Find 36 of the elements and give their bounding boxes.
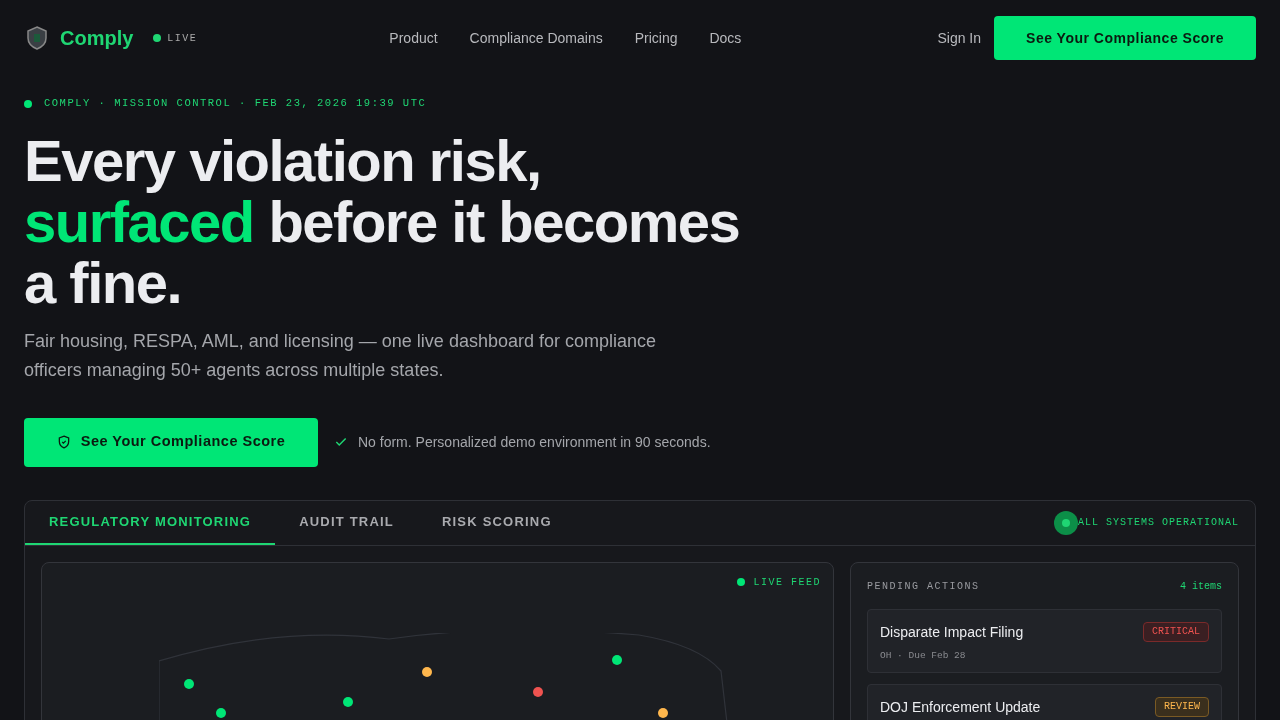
- map-marker[interactable]: [216, 707, 226, 718]
- map-marker[interactable]: [658, 707, 668, 718]
- action-card[interactable]: DOJ Enforcement Update REVIEW: [867, 683, 1222, 720]
- brand-name[interactable]: Comply: [60, 23, 134, 53]
- action-meta: OH · Due Feb 28: [880, 648, 967, 663]
- map-marker[interactable]: [422, 666, 432, 677]
- status-tag: REVIEW: [1155, 696, 1209, 717]
- dashboard-tab[interactable]: AUDIT TRAIL: [275, 500, 418, 545]
- hero-note: No form. Personalized demo environment in 90 seconds.: [358, 432, 711, 452]
- live-feed-label: LIVE FEED: [753, 575, 821, 590]
- logo-icon: [24, 25, 50, 51]
- eyebrow-text: COMPLY · MISSION CONTROL · FEB 23, 2026 19:39 UTC: [44, 96, 427, 111]
- dashboard-tab[interactable]: RISK SCORING: [417, 500, 576, 545]
- pending-title: PENDING ACTIONS: [867, 579, 980, 594]
- action-title: Disparate Impact Filing: [880, 622, 1024, 642]
- sign-in-link[interactable]: Sign In: [937, 27, 982, 49]
- map-marker[interactable]: [184, 678, 194, 689]
- map-marker[interactable]: [343, 696, 353, 707]
- cta-button[interactable]: See Your Compliance Score: [994, 16, 1256, 60]
- action-title: DOJ Enforcement Update: [880, 697, 1041, 717]
- live-label: LIVE: [167, 31, 198, 46]
- map-marker[interactable]: [533, 686, 543, 697]
- system-status: ALL SYSTEMS OPERATIONAL: [1077, 516, 1239, 531]
- shield-icon: [56, 435, 71, 450]
- hero-headline: Every violation risk, surfaced before it becomes a fine.: [24, 129, 741, 313]
- nav-link[interactable]: Docs: [709, 27, 742, 49]
- nav-link[interactable]: Product: [389, 27, 438, 49]
- score-button[interactable]: See Your Compliance Score: [24, 417, 318, 467]
- map-marker[interactable]: [612, 654, 622, 665]
- nav-link[interactable]: Pricing: [634, 27, 678, 49]
- nav-link[interactable]: Compliance Domains: [469, 27, 603, 49]
- hero-subtitle: Fair housing, RESPA, AML, and licensing — one live dashboard for compliance officers managing 50+ agents across multiple states.: [24, 329, 657, 382]
- dashboard-tab[interactable]: REGULATORY MONITORING: [25, 500, 276, 545]
- action-card[interactable]: Disparate Impact Filing OH · Due Feb 28 CRITICAL: [867, 608, 1222, 673]
- pending-count: 4 items: [1180, 579, 1222, 594]
- status-tag: CRITICAL: [1143, 621, 1209, 642]
